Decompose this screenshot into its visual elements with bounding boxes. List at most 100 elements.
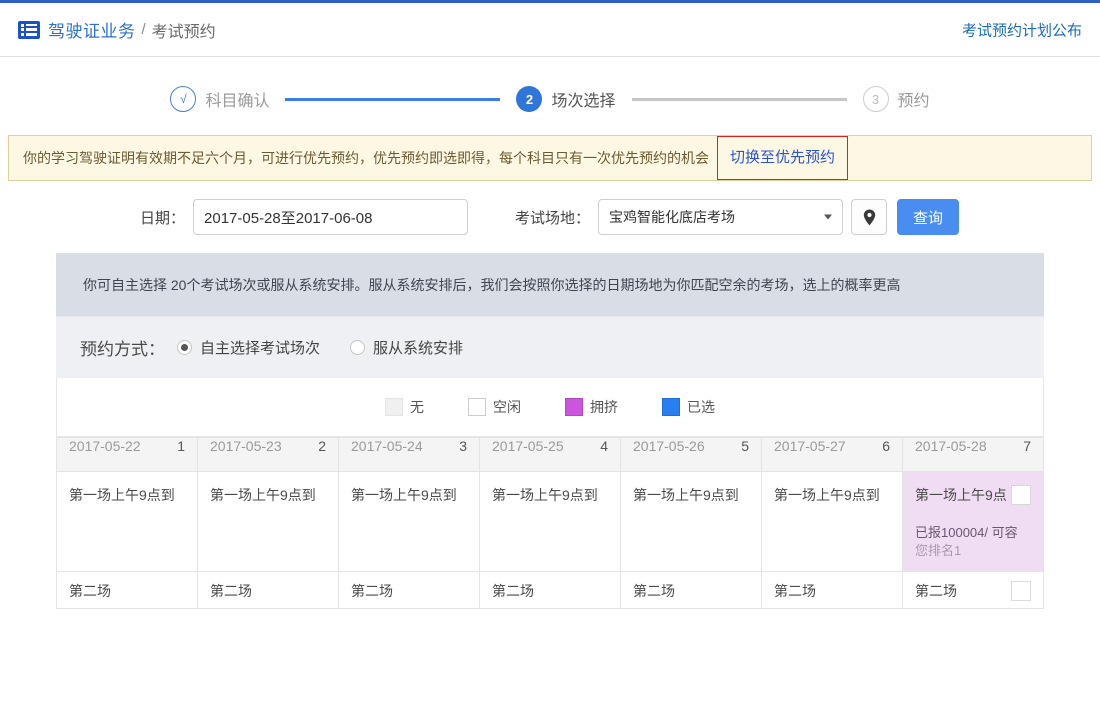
schedule-col-4[interactable]: 2017-05-26 5 — [621, 438, 762, 472]
schedule-col-3[interactable]: 2017-05-25 4 — [480, 438, 621, 472]
col-6-dow: 7 — [1023, 438, 1031, 454]
slot-name: 第一场上午9点 — [915, 485, 1007, 505]
step-connector-1 — [285, 98, 500, 101]
legend-item-none: 无 — [385, 397, 424, 417]
slot-name: 第二场 — [69, 581, 111, 601]
col-5-dow: 6 — [882, 438, 890, 454]
radio-self-select[interactable]: 自主选择考试场次 — [177, 337, 320, 358]
schedule-table: 2017-05-22 1 2017-05-23 2 2017-05-24 3 2… — [56, 437, 1044, 609]
slot-cell[interactable]: 第二场 — [480, 572, 621, 609]
slot-name: 第一场上午9点到 — [69, 485, 175, 505]
step-connector-2 — [632, 98, 847, 101]
slot-cell[interactable]: 第二场 — [621, 572, 762, 609]
legend-swatch-crowded — [565, 398, 583, 416]
top-bar: 驾驶证业务 / 考试预约 考试预约计划公布 — [0, 0, 1100, 57]
slot-name: 第二场 — [210, 581, 252, 601]
radio-self-select-label: 自主选择考试场次 — [200, 337, 320, 358]
legend-label-free: 空闲 — [493, 397, 521, 417]
date-range-input[interactable] — [193, 199, 468, 235]
query-form: 日期： 考试场地： 宝鸡智能化底店考场 查询 — [0, 181, 1100, 253]
slot-name: 第二场 — [774, 581, 816, 601]
booking-panel: 你可自主选择 20个考试场次或服从系统安排。服从系统安排后，我们会按照你选择的日… — [56, 253, 1044, 609]
booking-info-text: 你可自主选择 20个考试场次或服从系统安排。服从系统安排后，我们会按照你选择的日… — [83, 275, 900, 295]
exam-site-label: 考试场地： — [515, 207, 590, 228]
exam-site-select[interactable]: 宝鸡智能化底店考场 — [598, 199, 843, 235]
col-2-dow: 3 — [459, 438, 467, 454]
slot-cell[interactable]: 第二场 — [903, 572, 1044, 609]
schedule-row-session-2: 第二场 第二场 第二场 第二场 第二场 第二场 第二场 — [57, 572, 1044, 609]
slot-name: 第一场上午9点到 — [351, 485, 457, 505]
switch-to-priority-booking-button[interactable]: 切换至优先预约 — [717, 136, 848, 180]
slot-name: 第一场上午9点到 — [210, 485, 316, 505]
step-subject-confirm[interactable]: √ 科目确认 — [170, 86, 269, 112]
slot-cell[interactable]: 第一场上午9点到 — [762, 472, 903, 572]
slot-capacity: 已报100004/ 可容 — [915, 523, 1031, 542]
legend-swatch-none — [385, 398, 403, 416]
col-4-date: 2017-05-26 — [633, 438, 705, 454]
booking-info-strip: 你可自主选择 20个考试场次或服从系统安排。服从系统安排后，我们会按照你选择的日… — [56, 253, 1044, 316]
col-3-dow: 4 — [600, 438, 608, 454]
schedule-col-6[interactable]: 2017-05-28 7 — [903, 438, 1044, 472]
slot-name: 第二场 — [351, 581, 393, 601]
col-0-dow: 1 — [177, 438, 185, 454]
radio-system-assign-dot[interactable] — [350, 340, 365, 355]
slot-cell[interactable]: 第一场上午9点到 — [198, 472, 339, 572]
col-1-date: 2017-05-23 — [210, 438, 282, 454]
location-pin-button[interactable] — [851, 199, 887, 235]
slot-cell[interactable]: 第一场上午9点到 — [480, 472, 621, 572]
booking-mode-row: 预约方式： 自主选择考试场次 服从系统安排 — [56, 316, 1044, 378]
progress-stepper: √ 科目确认 2 场次选择 3 预约 — [0, 57, 1100, 135]
search-button[interactable]: 查询 — [897, 199, 959, 235]
slot-name: 第一场上午9点到 — [492, 485, 598, 505]
priority-booking-banner: 你的学习驾驶证明有效期不足六个月，可进行优先预约，优先预约即选即得，每个科目只有… — [8, 135, 1092, 181]
breadcrumb-current: 考试预约 — [152, 18, 216, 42]
slot-cell[interactable]: 第二场 — [339, 572, 480, 609]
slot-cell[interactable]: 第二场 — [762, 572, 903, 609]
col-0-date: 2017-05-22 — [69, 438, 141, 454]
legend-item-free: 空闲 — [468, 397, 521, 417]
schedule-col-0[interactable]: 2017-05-22 1 — [57, 438, 198, 472]
breadcrumb-main[interactable]: 驾驶证业务 — [48, 17, 136, 42]
radio-self-select-dot[interactable] — [177, 340, 192, 355]
col-1-dow: 2 — [318, 438, 326, 454]
legend-label-none: 无 — [410, 397, 424, 417]
slot-name: 第二场 — [492, 581, 534, 601]
slot-cell[interactable]: 第一场上午9点到 — [57, 472, 198, 572]
slot-cell[interactable]: 第二场 — [198, 572, 339, 609]
slot-checkbox[interactable] — [1011, 485, 1031, 505]
legend-swatch-free — [468, 398, 486, 416]
col-3-date: 2017-05-25 — [492, 438, 564, 454]
legend-item-crowded: 拥挤 — [565, 397, 618, 417]
date-label: 日期： — [140, 207, 185, 228]
schedule-header-row: 2017-05-22 1 2017-05-23 2 2017-05-24 3 2… — [57, 438, 1044, 472]
slot-cell[interactable]: 第二场 — [57, 572, 198, 609]
status-legend: 无 空闲 拥挤 已选 — [56, 378, 1044, 437]
step-booking[interactable]: 3 预约 — [863, 86, 930, 112]
slot-cell-crowded[interactable]: 第一场上午9点 已报100004/ 可容 您排名1 — [903, 472, 1044, 572]
location-pin-icon — [863, 209, 876, 226]
schedule-col-2[interactable]: 2017-05-24 3 — [339, 438, 480, 472]
step-session-select[interactable]: 2 场次选择 — [516, 86, 615, 112]
slot-name: 第二场 — [633, 581, 675, 601]
legend-swatch-selected — [662, 398, 680, 416]
breadcrumb-separator: / — [142, 21, 146, 38]
slot-checkbox[interactable] — [1011, 581, 1031, 601]
slot-cell[interactable]: 第一场上午9点到 — [339, 472, 480, 572]
legend-label-crowded: 拥挤 — [590, 397, 618, 417]
legend-label-selected: 已选 — [687, 397, 715, 417]
step-3-number: 3 — [863, 86, 889, 112]
radio-system-assign[interactable]: 服从系统安排 — [350, 337, 463, 358]
booking-mode-label: 预约方式： — [80, 335, 165, 360]
slot-cell[interactable]: 第一场上午9点到 — [621, 472, 762, 572]
schedule-row-session-1: 第一场上午9点到 第一场上午9点到 第一场上午9点到 第一场上午9点到 第一场上… — [57, 472, 1044, 572]
slot-name: 第一场上午9点到 — [774, 485, 880, 505]
radio-system-assign-label: 服从系统安排 — [373, 337, 463, 358]
step-1-label: 科目确认 — [205, 87, 269, 111]
exam-plan-announcement-link[interactable]: 考试预约计划公布 — [962, 19, 1082, 40]
chevron-down-icon — [824, 215, 832, 220]
list-menu-icon[interactable] — [18, 21, 40, 39]
schedule-col-1[interactable]: 2017-05-23 2 — [198, 438, 339, 472]
schedule-col-5[interactable]: 2017-05-27 6 — [762, 438, 903, 472]
col-6-date: 2017-05-28 — [915, 438, 987, 454]
slot-name: 第二场 — [915, 581, 957, 601]
